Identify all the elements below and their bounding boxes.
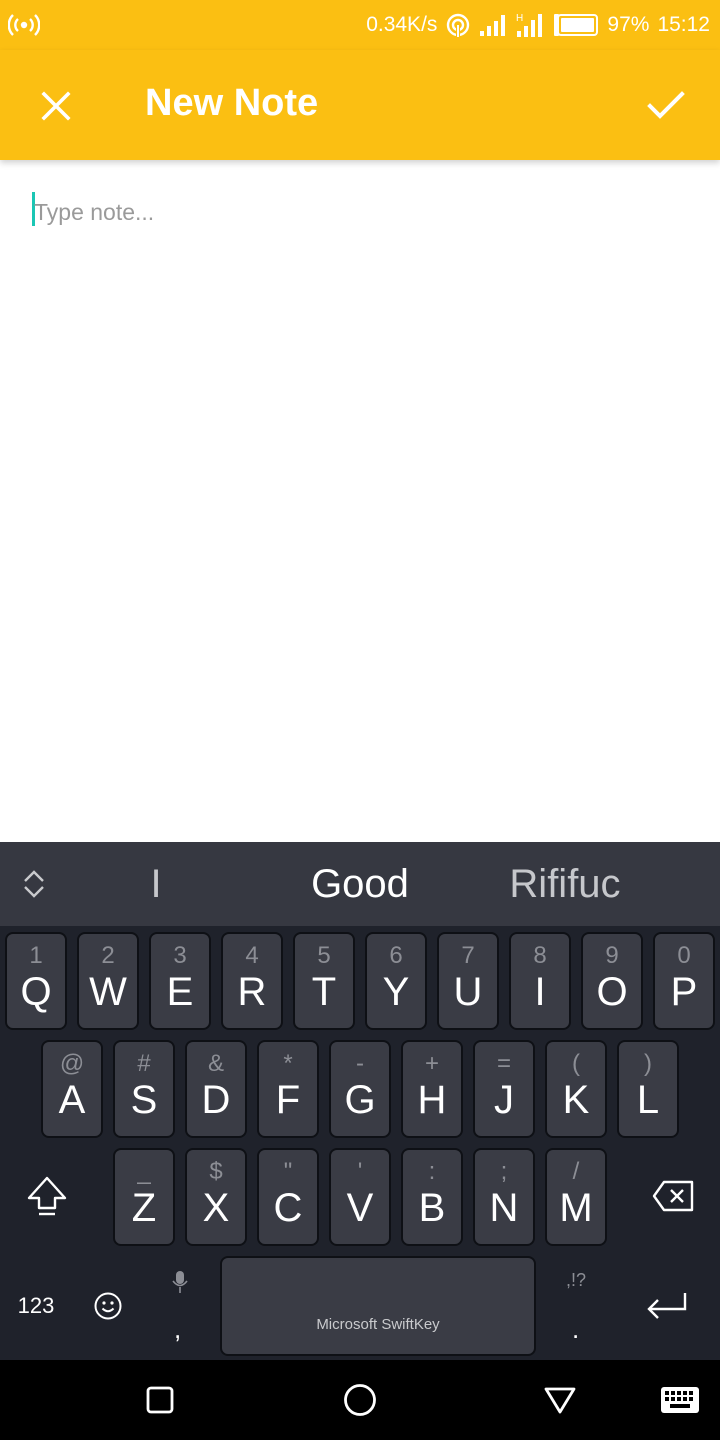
home-circle-icon <box>344 1384 376 1416</box>
hotspot-icon <box>7 12 41 38</box>
key-b[interactable]: : B <box>401 1148 463 1246</box>
close-button[interactable] <box>20 70 92 142</box>
emoji-button[interactable] <box>88 1282 128 1330</box>
key-p[interactable]: 0 P <box>653 932 715 1030</box>
comma-key[interactable]: , <box>158 1256 202 1356</box>
punctuation-hint: ,!? <box>566 1270 587 1290</box>
signal-h-icon: H <box>515 11 545 39</box>
key-r[interactable]: 4 R <box>221 932 283 1030</box>
key-t[interactable]: 5 T <box>293 932 355 1030</box>
chevron-up-down-icon <box>24 870 44 898</box>
battery-percent: 97% <box>607 13 650 36</box>
enter-icon <box>647 1293 687 1319</box>
home-button[interactable] <box>334 1374 386 1426</box>
numbers-button[interactable]: 123 <box>6 1282 66 1330</box>
note-editor <box>0 160 720 842</box>
note-input[interactable] <box>34 188 684 236</box>
key-v[interactable]: ' V <box>329 1148 391 1246</box>
key-g[interactable]: - G <box>329 1040 391 1138</box>
period-key[interactable]: ,!? . <box>552 1256 602 1356</box>
key-x[interactable]: $ X <box>185 1148 247 1246</box>
backspace-icon <box>652 1180 694 1212</box>
microphone-icon <box>172 1271 188 1293</box>
key-w[interactable]: 2 W <box>77 932 139 1030</box>
period-label: . <box>572 1314 580 1344</box>
key-y[interactable]: 6 Y <box>365 932 427 1030</box>
shift-icon <box>27 1176 67 1216</box>
recents-button[interactable] <box>134 1374 186 1426</box>
key-h[interactable]: + H <box>401 1040 463 1138</box>
suggestion-2[interactable]: Good <box>260 860 460 908</box>
svg-text:H: H <box>516 13 523 24</box>
enter-button[interactable] <box>636 1282 698 1332</box>
recents-square-icon <box>146 1386 174 1414</box>
key-e[interactable]: 3 E <box>149 932 211 1030</box>
navigation-bar <box>0 1360 720 1440</box>
key-f[interactable]: * F <box>257 1040 319 1138</box>
key-a[interactable]: @ A <box>41 1040 103 1138</box>
key-s[interactable]: # S <box>113 1040 175 1138</box>
backspace-button[interactable] <box>638 1164 708 1228</box>
keyboard-brand: Microsoft SwiftKey <box>316 1316 440 1333</box>
key-q[interactable]: 1 Q <box>5 932 67 1030</box>
page-title: New Note <box>145 82 319 124</box>
back-button[interactable] <box>534 1374 586 1426</box>
key-u[interactable]: 7 U <box>437 932 499 1030</box>
keyboard: I Good Rififuc 1 Q 2 W 3 E 4 R 5 T 6 Y 7… <box>0 842 720 1360</box>
signal-icon <box>479 13 507 37</box>
keyboard-switch-button[interactable] <box>654 1374 706 1426</box>
close-icon <box>41 91 71 121</box>
space-bar[interactable]: Microsoft SwiftKey <box>220 1256 536 1356</box>
back-triangle-icon <box>544 1387 576 1414</box>
check-icon <box>647 91 685 119</box>
key-c[interactable]: " C <box>257 1148 319 1246</box>
key-n[interactable]: ; N <box>473 1148 535 1246</box>
key-k[interactable]: ( K <box>545 1040 607 1138</box>
suggestion-3[interactable]: Rififuc <box>460 860 670 908</box>
key-d[interactable]: & D <box>185 1040 247 1138</box>
comma-label: , <box>174 1314 182 1344</box>
battery-icon <box>553 13 599 37</box>
shift-button[interactable] <box>12 1160 82 1232</box>
status-bar: 0.34K/s H 97% 15:12 <box>0 0 720 50</box>
network-speed: 0.34K/s <box>366 13 438 36</box>
key-z[interactable]: _ Z <box>113 1148 175 1246</box>
key-l[interactable]: ) L <box>617 1040 679 1138</box>
key-m[interactable]: / M <box>545 1148 607 1246</box>
clock: 15:12 <box>657 13 710 36</box>
app-bar: New Note <box>0 50 720 160</box>
suggestion-1[interactable]: I <box>126 860 186 908</box>
key-o[interactable]: 9 O <box>581 932 643 1030</box>
numbers-label: 123 <box>17 1293 55 1318</box>
key-j[interactable]: = J <box>473 1040 535 1138</box>
key-i[interactable]: 8 I <box>509 932 571 1030</box>
save-button[interactable] <box>630 70 702 142</box>
wifi-icon <box>445 12 471 38</box>
keyboard-icon <box>661 1387 699 1413</box>
expand-toolbar-button[interactable] <box>14 864 54 904</box>
suggestion-bar: I Good Rififuc <box>0 842 720 926</box>
smiley-icon <box>94 1292 122 1320</box>
